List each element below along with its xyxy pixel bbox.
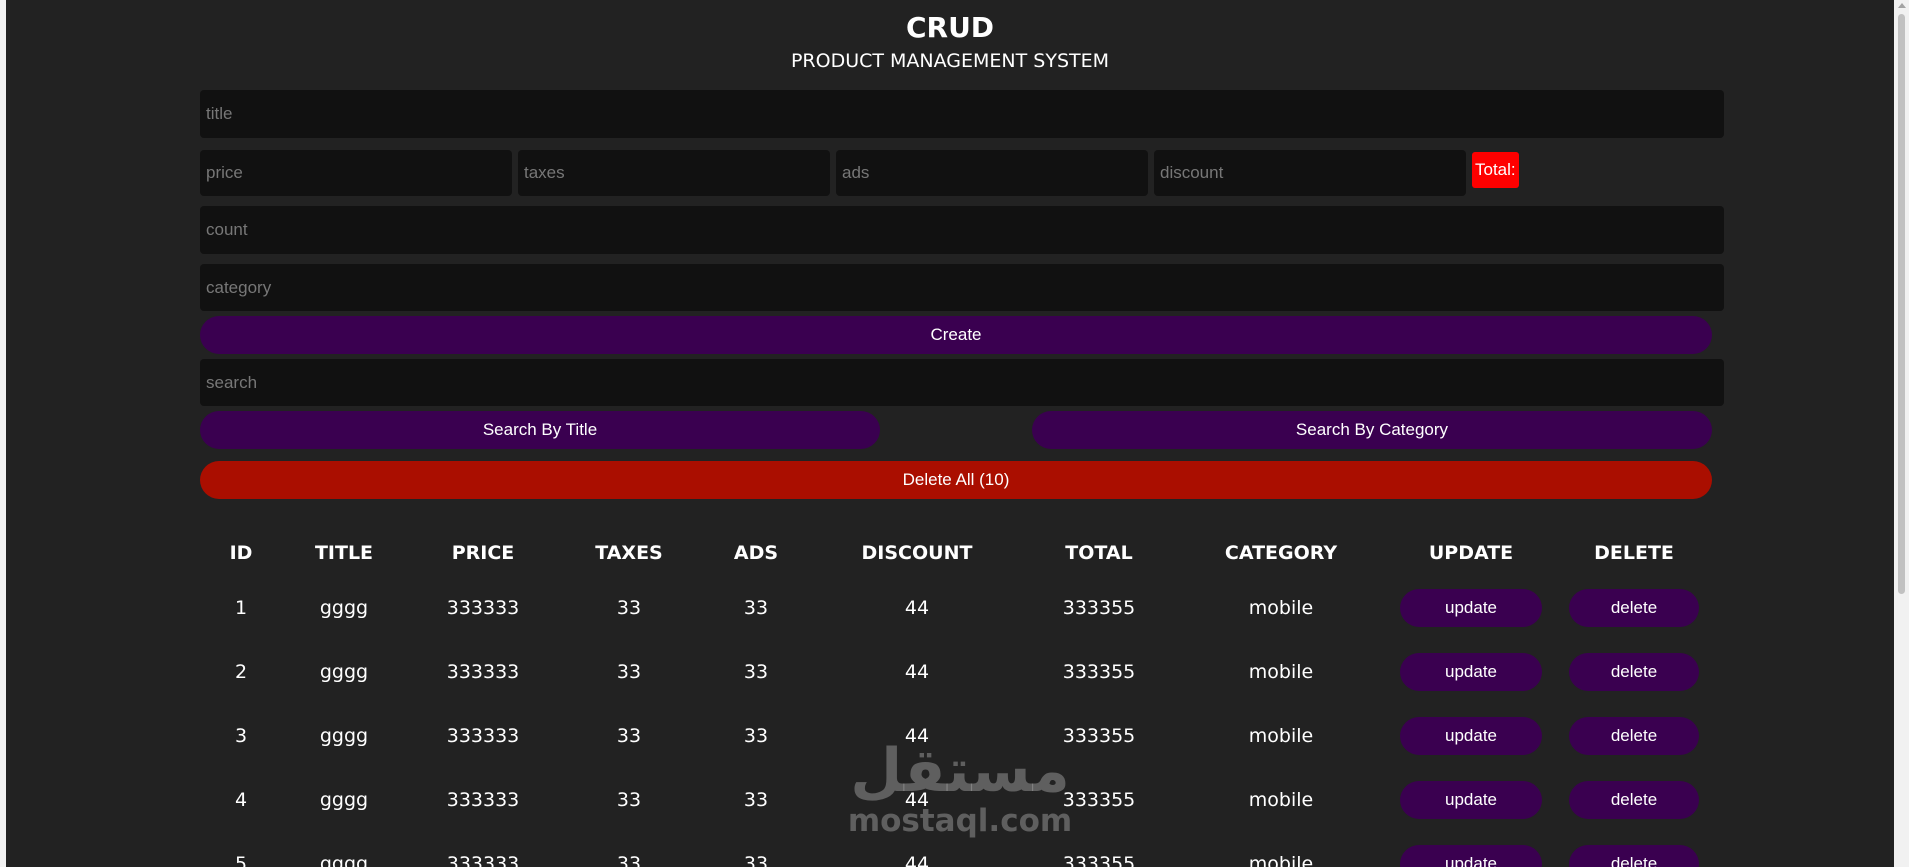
update-button[interactable]: update	[1400, 845, 1542, 867]
cell-taxes: 33	[616, 661, 642, 683]
cell-total: 333355	[1062, 725, 1136, 747]
cell-price: 333333	[446, 661, 520, 683]
total-badge: Total:	[1472, 152, 1519, 188]
cell-price: 333333	[446, 789, 520, 811]
cell-category: mobile	[1248, 789, 1314, 811]
cell-price: 333333	[446, 725, 520, 747]
table-body: 1 gggg 333333 33 33 44 333355 mobile upd…	[199, 576, 1709, 867]
delete-button[interactable]: delete	[1569, 845, 1699, 867]
table-head: ID TITLE PRICE TAXES ADS DISCOUNT TOTAL …	[199, 530, 1709, 576]
update-button[interactable]: update	[1400, 717, 1542, 755]
cell-total: 333355	[1062, 661, 1136, 683]
page-header: CRUD PRODUCT MANAGEMENT SYSTEM	[6, 8, 1894, 74]
cell-delete: delete	[1559, 640, 1709, 704]
header-discount: DISCOUNT	[861, 542, 973, 564]
delete-button[interactable]: delete	[1569, 653, 1699, 691]
cell-title: gggg	[319, 597, 369, 619]
cell-taxes: 33	[616, 725, 642, 747]
cell-taxes: 33	[616, 597, 642, 619]
cell-update: update	[1383, 768, 1559, 832]
header-update: UPDATE	[1428, 542, 1514, 564]
cell-delete: delete	[1559, 576, 1709, 640]
cell-ads: 33	[743, 597, 769, 619]
cell-discount: 44	[904, 597, 930, 619]
table-row: 1 gggg 333333 33 33 44 333355 mobile upd…	[199, 576, 1709, 640]
app-page: CRUD PRODUCT MANAGEMENT SYSTEM Total: Cr…	[6, 0, 1894, 867]
delete-button[interactable]: delete	[1569, 717, 1699, 755]
products-table: ID TITLE PRICE TAXES ADS DISCOUNT TOTAL …	[199, 530, 1709, 867]
delete-all-button[interactable]: Delete All (10)	[200, 461, 1712, 499]
header-price: PRICE	[451, 542, 515, 564]
header-category: CATEGORY	[1224, 542, 1338, 564]
header-id: ID	[229, 542, 253, 564]
cell-update: update	[1383, 576, 1559, 640]
cell-price: 333333	[446, 853, 520, 867]
cell-price: 333333	[446, 597, 520, 619]
category-input[interactable]	[200, 264, 1724, 311]
cell-ads: 33	[743, 789, 769, 811]
cell-delete: delete	[1559, 832, 1709, 867]
header-total: TOTAL	[1065, 542, 1133, 564]
count-input[interactable]	[200, 206, 1724, 254]
table-row: 4 gggg 333333 33 33 44 333355 mobile upd…	[199, 768, 1709, 832]
cell-ads: 33	[743, 661, 769, 683]
cell-id: 2	[234, 661, 248, 683]
taxes-input[interactable]	[518, 150, 830, 196]
title-input[interactable]	[200, 90, 1724, 138]
search-by-title-button[interactable]: Search By Title	[200, 411, 880, 449]
page-subtitle: PRODUCT MANAGEMENT SYSTEM	[790, 50, 1110, 72]
cell-update: update	[1383, 640, 1559, 704]
discount-input[interactable]	[1154, 150, 1466, 196]
table-row: 3 gggg 333333 33 33 44 333355 mobile upd…	[199, 704, 1709, 768]
cell-title: gggg	[319, 725, 369, 747]
cell-taxes: 33	[616, 853, 642, 867]
table-header-row: ID TITLE PRICE TAXES ADS DISCOUNT TOTAL …	[199, 530, 1709, 576]
cell-title: gggg	[319, 661, 369, 683]
cell-discount: 44	[904, 725, 930, 747]
cell-discount: 44	[904, 661, 930, 683]
cell-id: 1	[234, 597, 248, 619]
cell-ads: 33	[743, 853, 769, 867]
create-button[interactable]: Create	[200, 316, 1712, 354]
cell-update: update	[1383, 704, 1559, 768]
cell-title: gggg	[319, 853, 369, 867]
cell-delete: delete	[1559, 704, 1709, 768]
cell-id: 5	[234, 853, 248, 867]
cell-id: 4	[234, 789, 248, 811]
cell-total: 333355	[1062, 853, 1136, 867]
cell-taxes: 33	[616, 789, 642, 811]
update-button[interactable]: update	[1400, 781, 1542, 819]
header-taxes: TAXES	[595, 542, 663, 564]
header-ads: ADS	[733, 542, 779, 564]
table-row: 2 gggg 333333 33 33 44 333355 mobile upd…	[199, 640, 1709, 704]
update-button[interactable]: update	[1400, 653, 1542, 691]
scroll-up-icon[interactable]	[1898, 3, 1906, 8]
cell-title: gggg	[319, 789, 369, 811]
ads-input[interactable]	[836, 150, 1148, 196]
cell-category: mobile	[1248, 725, 1314, 747]
cell-update: update	[1383, 832, 1559, 867]
cell-discount: 44	[904, 789, 930, 811]
price-input[interactable]	[200, 150, 512, 196]
table-row: 5 gggg 333333 33 33 44 333355 mobile upd…	[199, 832, 1709, 867]
cell-discount: 44	[904, 853, 930, 867]
page-scrollbar[interactable]	[1894, 0, 1909, 867]
header-title: TITLE	[314, 542, 374, 564]
scrollbar-thumb[interactable]	[1898, 14, 1905, 594]
cell-total: 333355	[1062, 789, 1136, 811]
search-input[interactable]	[200, 359, 1724, 406]
delete-button[interactable]: delete	[1569, 589, 1699, 627]
cell-ads: 33	[743, 725, 769, 747]
cell-category: mobile	[1248, 597, 1314, 619]
cell-total: 333355	[1062, 597, 1136, 619]
search-by-category-button[interactable]: Search By Category	[1032, 411, 1712, 449]
page-title: CRUD	[905, 11, 995, 44]
header-delete: DELETE	[1594, 542, 1674, 564]
update-button[interactable]: update	[1400, 589, 1542, 627]
cell-delete: delete	[1559, 768, 1709, 832]
cell-category: mobile	[1248, 853, 1314, 867]
delete-button[interactable]: delete	[1569, 781, 1699, 819]
cell-category: mobile	[1248, 661, 1314, 683]
cell-id: 3	[234, 725, 248, 747]
